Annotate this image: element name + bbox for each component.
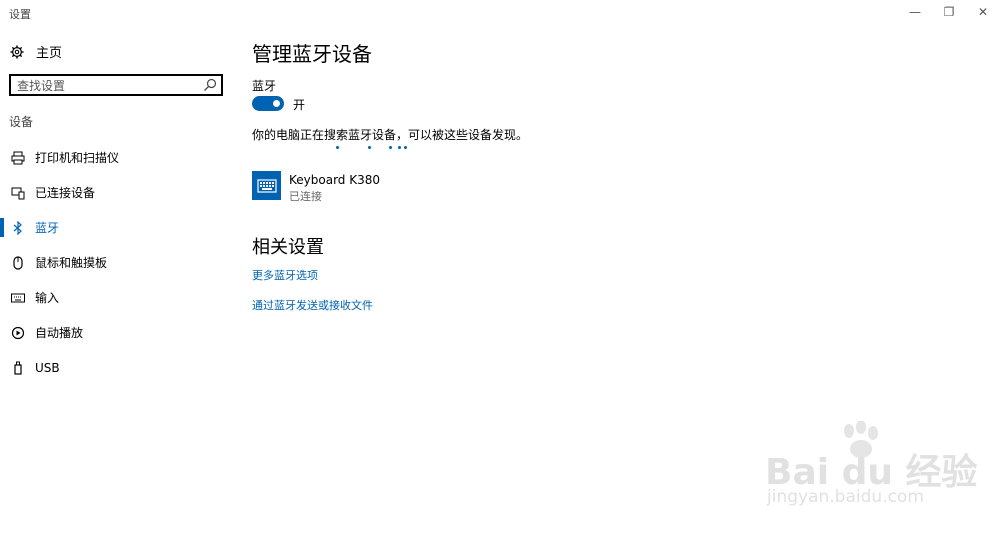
progress-dot [336,146,339,149]
device-text: Keyboard K380 已连接 [289,173,380,204]
bluetooth-icon [10,220,26,236]
sidebar: 主页 查找设置 设备 打印机和扫描仪 已连接设备 蓝牙 鼠标和触摸板 输入 自动… [0,0,235,533]
window-controls: — ❐ ✕ [898,0,1000,24]
sidebar-item-autoplay[interactable]: 自动播放 [0,315,235,350]
search-icon[interactable] [203,78,217,92]
related-settings-title: 相关设置 [252,237,324,258]
sidebar-item-connected-devices[interactable]: 已连接设备 [0,175,235,210]
search-status-text: 你的电脑正在搜索蓝牙设备，可以被这些设备发现。 [252,128,529,142]
sidebar-item-typing[interactable]: 输入 [0,280,235,315]
usb-icon [10,360,26,376]
minimize-button[interactable]: — [898,0,932,24]
sidebar-item-label: 已连接设备 [35,186,96,200]
sidebar-item-mouse[interactable]: 鼠标和触摸板 [0,245,235,280]
toggle-knob [273,100,280,107]
sidebar-item-printers[interactable]: 打印机和扫描仪 [0,140,235,175]
progress-dot [398,146,401,149]
nav-list: 打印机和扫描仪 已连接设备 蓝牙 鼠标和触摸板 输入 自动播放 USB [0,140,235,385]
mouse-icon [10,255,26,271]
toggle-state-label: 开 [293,98,306,112]
progress-dot [404,146,407,149]
progress-dot [368,146,371,149]
sidebar-item-label: 打印机和扫描仪 [35,151,120,165]
bluetooth-label: 蓝牙 [252,79,277,93]
restore-button[interactable]: ❐ [932,0,966,24]
autoplay-icon [10,325,26,341]
close-button[interactable]: ✕ [966,0,1000,24]
device-status: 已连接 [289,190,322,203]
search-input[interactable]: 查找设置 [11,77,203,94]
page-title: 管理蓝牙设备 [252,42,372,66]
sidebar-item-bluetooth[interactable]: 蓝牙 [0,210,235,245]
sidebar-item-label: 输入 [35,291,60,305]
keyboard-icon [252,171,281,200]
section-label: 设备 [9,115,34,129]
device-item[interactable]: Keyboard K380 已连接 [252,171,380,204]
home-label: 主页 [36,46,63,61]
watermark-url: jingyan.baidu.com [767,487,924,507]
search-box[interactable]: 查找设置 [9,74,223,96]
printer-icon [10,150,26,166]
sidebar-item-usb[interactable]: USB [0,350,235,385]
keyboard-icon [10,290,26,306]
device-name: Keyboard K380 [289,173,380,187]
more-bluetooth-options-link[interactable]: 更多蓝牙选项 [252,267,318,283]
gear-icon [10,44,24,59]
sidebar-item-label: 蓝牙 [35,221,60,235]
progress-dots [332,144,412,152]
baidu-watermark: Bai du 经验 jingyan.baidu.com [765,421,978,515]
bluetooth-toggle[interactable] [252,96,284,111]
home-item[interactable]: 主页 [10,42,62,61]
send-receive-files-link[interactable]: 通过蓝牙发送或接收文件 [252,297,373,313]
sidebar-item-label: 鼠标和触摸板 [35,256,108,270]
sidebar-item-label: 自动播放 [35,326,84,340]
sidebar-item-label: USB [35,360,60,375]
progress-dot [389,146,392,149]
connected-devices-icon [10,185,26,201]
